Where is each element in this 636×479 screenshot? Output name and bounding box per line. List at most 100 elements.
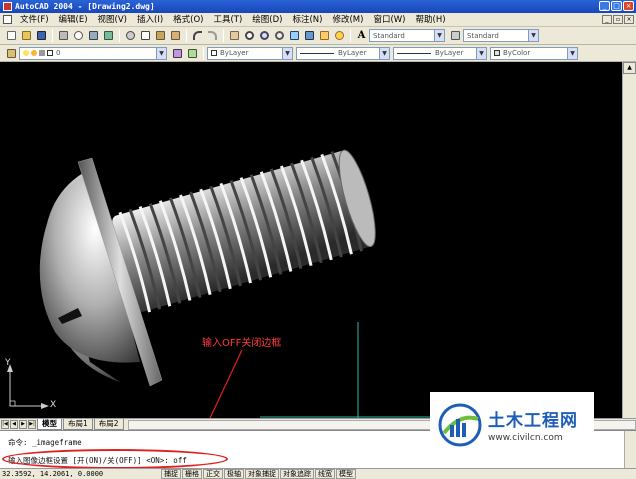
ortho-toggle[interactable]: 正交 (203, 469, 223, 479)
window-controls: _ □ × (599, 1, 634, 11)
print-button[interactable] (57, 29, 71, 42)
dim-style-value: Standard (467, 31, 499, 40)
help-button[interactable] (333, 29, 347, 42)
zoom-window-button[interactable] (258, 29, 272, 42)
open-file-button[interactable] (20, 29, 34, 42)
copy-icon (141, 31, 150, 40)
layer-select[interactable]: 0 ▼ (19, 46, 167, 60)
autocad-app-icon[interactable] (3, 2, 12, 11)
close-button[interactable]: × (623, 1, 634, 11)
new-file-button[interactable] (5, 29, 19, 42)
text-style-icon-button[interactable]: A (355, 29, 369, 42)
maximize-button[interactable]: □ (611, 1, 622, 11)
menu-view[interactable]: 视图(V) (93, 13, 132, 27)
otrack-toggle[interactable]: 对象追踪 (280, 469, 314, 479)
text-style-select[interactable]: Standard ▼ (369, 29, 445, 42)
layer-value: 0 (56, 49, 61, 57)
menu-help[interactable]: 帮助(H) (411, 13, 451, 27)
redo-button[interactable] (206, 29, 220, 42)
color-square-icon (47, 50, 53, 56)
command-scrollbar[interactable] (624, 431, 636, 469)
plotstyle-control-select[interactable]: ByColor ▼ (490, 46, 578, 60)
osnap-toggle[interactable]: 对象捕捉 (245, 469, 279, 479)
undo-button[interactable] (191, 29, 205, 42)
chevron-down-icon[interactable]: ▼ (567, 47, 577, 59)
etransmit-button[interactable] (102, 29, 116, 42)
tab-layout2[interactable]: 布局2 (93, 419, 124, 430)
menu-dimension[interactable]: 标注(N) (287, 13, 327, 27)
menu-edit[interactable]: 编辑(E) (54, 13, 93, 27)
separator (186, 29, 187, 42)
pan-button[interactable] (228, 29, 242, 42)
document-icon[interactable] (3, 15, 12, 24)
snap-toggle[interactable]: 捕捉 (161, 469, 181, 479)
text-style-icon: A (357, 30, 366, 41)
layers-properties-toolbar: 0 ▼ ByLayer ▼ ByLayer ▼ ByLayer ▼ ByColo… (0, 45, 636, 62)
menu-tools[interactable]: 工具(T) (208, 13, 247, 27)
chevron-down-icon[interactable]: ▼ (528, 30, 538, 41)
match-properties-button[interactable] (169, 29, 183, 42)
chevron-down-icon[interactable]: ▼ (476, 47, 486, 59)
dim-style-icon-button[interactable] (449, 29, 463, 42)
chevron-down-icon[interactable]: ▼ (379, 47, 389, 59)
tab-last-button[interactable]: ▶| (28, 420, 36, 429)
dim-style-select[interactable]: Standard ▼ (463, 29, 539, 42)
tab-next-button[interactable]: ▶ (19, 420, 27, 429)
design-center-button[interactable] (303, 29, 317, 42)
save-button[interactable] (35, 29, 49, 42)
properties-button[interactable] (288, 29, 302, 42)
screw-render (39, 149, 430, 418)
tool-palettes-button[interactable] (318, 29, 332, 42)
sun-icon (31, 50, 37, 56)
chevron-down-icon[interactable]: ▼ (156, 47, 166, 59)
zoom-previous-button[interactable] (273, 29, 287, 42)
doc-close-button[interactable]: × (624, 15, 634, 24)
print-preview-button[interactable] (72, 29, 86, 42)
copy-button[interactable] (139, 29, 153, 42)
tab-model[interactable]: 模型 (37, 419, 62, 430)
lineweight-control-select[interactable]: ByLayer ▼ (393, 46, 487, 60)
preview-icon (74, 31, 83, 40)
cut-button[interactable] (124, 29, 138, 42)
separator (119, 29, 120, 42)
folder-icon (22, 31, 31, 40)
zoom-realtime-button[interactable] (243, 29, 257, 42)
doc-restore-button[interactable]: ▫ (613, 15, 623, 24)
doc-minimize-button[interactable]: _ (602, 15, 612, 24)
menu-modify[interactable]: 修改(M) (327, 13, 368, 27)
tab-layout1[interactable]: 布局1 (63, 419, 93, 430)
watermark-url: www.civilcn.com (488, 433, 563, 443)
tab-first-button[interactable]: |◀ (1, 420, 9, 429)
color-value: ByLayer (220, 49, 249, 57)
standard-toolbar: A Standard ▼ Standard ▼ (0, 27, 636, 45)
lineweight-toggle[interactable]: 线宽 (315, 469, 335, 479)
menu-window[interactable]: 窗口(W) (368, 13, 410, 27)
publish-button[interactable] (87, 29, 101, 42)
undo-icon (193, 31, 202, 40)
menu-insert[interactable]: 插入(I) (132, 13, 168, 27)
drawing-area[interactable]: 输入OFF关闭边框 Y X (0, 62, 622, 418)
color-control-select[interactable]: ByLayer ▼ (207, 46, 293, 60)
layer-current-icon (173, 48, 182, 58)
lineweight-value: ByLayer (435, 49, 464, 57)
minimize-button[interactable]: _ (599, 1, 610, 11)
model-toggle[interactable]: 模型 (336, 469, 356, 479)
menu-format[interactable]: 格式(O) (168, 13, 208, 27)
civilcn-logo-icon (438, 403, 482, 446)
linetype-value: ByLayer (338, 49, 367, 57)
layer-previous-button[interactable] (186, 47, 200, 60)
linetype-control-select[interactable]: ByLayer ▼ (296, 46, 390, 60)
chevron-down-icon[interactable]: ▼ (282, 47, 292, 59)
polar-toggle[interactable]: 极轴 (224, 469, 244, 479)
make-object-layer-current-button[interactable] (171, 47, 185, 60)
menu-draw[interactable]: 绘图(D) (247, 13, 287, 27)
tab-prev-button[interactable]: ◀ (10, 420, 18, 429)
chevron-down-icon[interactable]: ▼ (434, 30, 444, 41)
grid-toggle[interactable]: 栅格 (182, 469, 202, 479)
layer-manager-button[interactable] (5, 47, 19, 60)
menu-file[interactable]: 文件(F) (15, 13, 54, 27)
scroll-up-icon[interactable]: ▲ (623, 62, 636, 74)
paste-button[interactable] (154, 29, 168, 42)
tool-palette-icon (320, 31, 329, 40)
vertical-scrollbar[interactable]: ▲ (622, 62, 636, 418)
